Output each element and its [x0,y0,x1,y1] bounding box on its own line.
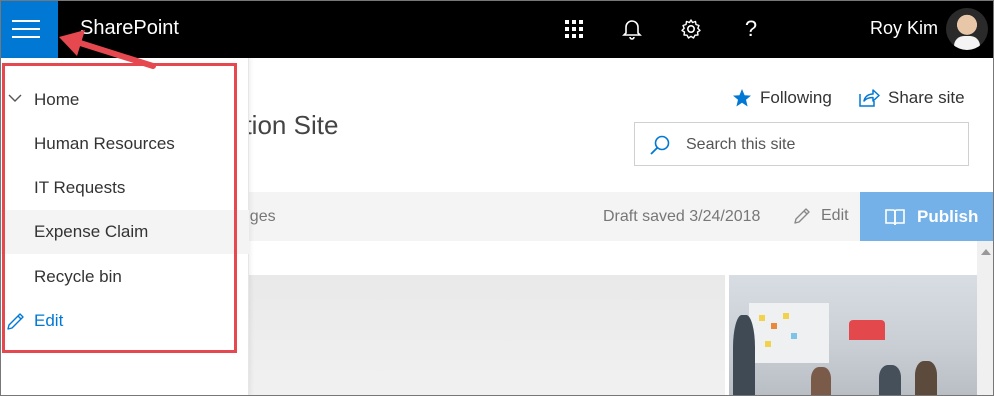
draft-status: Draft saved 3/24/2018 [603,208,761,225]
scrollbar[interactable] [977,241,994,396]
book-icon [885,208,905,225]
share-site-button[interactable]: Share site [858,88,965,108]
following-label: Following [760,88,832,107]
pencil-icon [794,208,810,224]
edit-button[interactable]: Edit [792,206,849,226]
app-launcher-icon[interactable] [560,15,588,43]
search-input[interactable]: Search this site [634,122,969,166]
edit-label: Edit [821,207,849,224]
gear-icon[interactable] [677,15,705,43]
publish-label: Publish [917,206,979,226]
publish-button[interactable]: Publish [860,192,994,241]
bell-icon[interactable] [618,15,646,43]
help-icon[interactable]: ? [737,15,765,43]
following-button[interactable]: Following [732,88,832,108]
share-site-label: Share site [888,88,965,107]
star-icon [733,89,751,107]
search-icon [650,135,670,155]
search-placeholder: Search this site [686,136,796,153]
hamburger-menu-icon[interactable] [0,0,58,58]
hero-image[interactable] [249,275,725,396]
office-photo[interactable] [729,275,977,396]
avatar[interactable] [946,8,988,50]
arrow-annotation-icon [59,30,156,69]
highlight-box [2,63,237,353]
user-name[interactable]: Roy Kim [870,18,938,39]
share-icon [859,89,880,107]
